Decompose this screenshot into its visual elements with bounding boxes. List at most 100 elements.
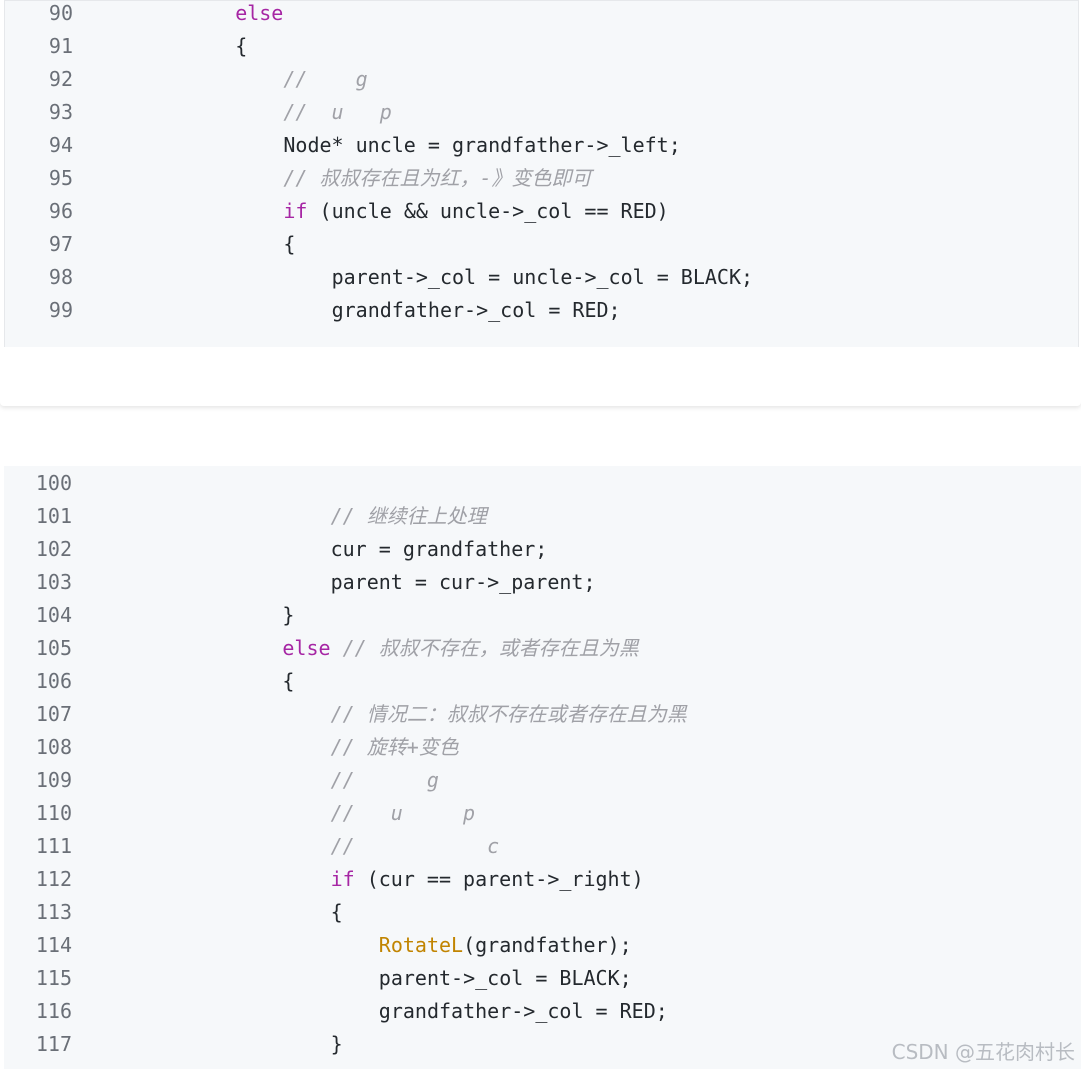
code-block-top: 90 else 91 {92 // g 93 // u p 94 Node* uncle = g… — [4, 0, 1079, 347]
line-number: 108 — [35, 735, 72, 759]
code-token: { — [282, 669, 295, 693]
line-number: 98 — [48, 265, 73, 289]
code-text: // g — [283, 63, 367, 96]
watermark: CSDN @五花肉村长 — [891, 1040, 1075, 1064]
comment-token: // g — [330, 768, 439, 792]
line-number: 102 — [35, 537, 72, 561]
code-line: 106 { — [4, 665, 1081, 698]
code-line: 107 // 情况二：叔叔不存在或者存在且为黑 — [4, 698, 1081, 731]
code-line: 115 parent->_col = BLACK; — [4, 962, 1081, 995]
code-text: parent->_col = BLACK; — [379, 962, 632, 995]
line-number: 104 — [35, 603, 72, 627]
code-line: 97 { — [5, 228, 1078, 261]
code-text: Node* uncle = grandfather->_left; — [283, 129, 680, 162]
line-number: 109 — [35, 768, 72, 792]
code-text: // 继续往上处理 — [331, 500, 487, 533]
keyword-token: if — [330, 867, 355, 891]
code-token: (cur == parent->_right) — [354, 867, 644, 891]
line-number: 90 — [48, 1, 73, 25]
code-line: 101 // 继续往上处理 — [4, 500, 1081, 533]
code-line: 102 cur = grandfather; — [4, 533, 1081, 566]
code-line: 98 parent->_col = uncle->_col = BLACK; — [5, 261, 1078, 294]
comment-token: // 情况二：叔叔不存在或者存在且为黑 — [330, 702, 687, 726]
comment-token: // 旋转+变色 — [330, 735, 459, 759]
code-line: 109 // g — [4, 764, 1081, 797]
code-text: // u p — [331, 797, 476, 830]
line-number: 105 — [35, 636, 72, 660]
line-number: 113 — [35, 900, 72, 924]
keyword-token: if — [283, 199, 308, 223]
code-text: { — [331, 896, 343, 929]
line-number: 91 — [48, 34, 73, 58]
comment-token: // u p — [283, 100, 392, 124]
line-number: 99 — [48, 298, 73, 322]
code-line: 105 else // 叔叔不存在，或者存在且为黑 — [4, 632, 1081, 665]
code-line: 100 — [4, 467, 1081, 500]
code-line: 112 if (cur == parent->_right) — [4, 863, 1081, 896]
comment-token: // c — [330, 834, 500, 858]
line-number: 114 — [35, 933, 72, 957]
page: 90 else 91 {92 // g 93 // u p 94 Node* uncle = g… — [0, 0, 1081, 1069]
code-text: cur = grandfather; — [331, 533, 548, 566]
code-token: parent->_col = BLACK; — [378, 966, 632, 990]
line-number: 110 — [35, 801, 72, 825]
code-line: 91 { — [5, 30, 1078, 63]
function-token: RotateL — [378, 933, 464, 957]
line-number: 100 — [35, 471, 72, 495]
code-line: 95 // 叔叔存在且为红，-》变色即可 — [5, 162, 1078, 195]
code-text: // 叔叔存在且为红，-》变色即可 — [283, 162, 591, 195]
code-text: parent->_col = uncle->_col = BLACK; — [332, 261, 753, 294]
code-token: (grandfather); — [463, 933, 632, 957]
code-text: if (uncle && uncle->_col == RED) — [283, 195, 668, 228]
code-line: 92 // g — [5, 63, 1078, 96]
code-text: // c — [331, 830, 500, 863]
code-block-bottom: 100 101 // 继续往上处理 102 cur = grandfather; 103 p… — [4, 466, 1081, 1069]
code-text: if (cur == parent->_right) — [331, 863, 644, 896]
code-text: parent = cur->_parent; — [331, 566, 596, 599]
code-line: 94 Node* uncle = grandfather->_left; — [5, 129, 1078, 162]
line-number: 103 — [35, 570, 72, 594]
code-line: 99 grandfather->_col = RED; — [5, 294, 1078, 327]
line-number: 106 — [35, 669, 72, 693]
line-number: 101 — [35, 504, 72, 528]
code-line: 113 { — [4, 896, 1081, 929]
code-token: grandfather->_col = RED; — [378, 999, 668, 1023]
code-text: // 情况二：叔叔不存在或者存在且为黑 — [331, 698, 687, 731]
comment-token: // 叔叔存在且为红，-》变色即可 — [283, 166, 592, 190]
code-line: 116 grandfather->_col = RED; — [4, 995, 1081, 1028]
code-text: else // 叔叔不存在，或者存在且为黑 — [282, 632, 638, 665]
code-token: parent->_col = uncle->_col = BLACK; — [331, 265, 754, 289]
code-text: { — [283, 228, 295, 261]
line-number: 96 — [48, 199, 73, 223]
code-line: 108 // 旋转+变色 — [4, 731, 1081, 764]
keyword-token: else — [235, 1, 284, 25]
code-token: (uncle && uncle->_col == RED) — [307, 199, 669, 223]
code-text: grandfather->_col = RED; — [379, 995, 668, 1028]
line-number: 116 — [35, 999, 72, 1023]
code-token: } — [330, 1032, 343, 1056]
code-text: grandfather->_col = RED; — [332, 294, 621, 327]
code-line: 114 RotateL(grandfather); — [4, 929, 1081, 962]
code-text: } — [282, 599, 294, 632]
code-line: 90 else — [5, 0, 1078, 30]
code-text: } — [331, 1028, 343, 1061]
code-token: cur = grandfather; — [330, 537, 548, 561]
comment-token: // u p — [330, 801, 476, 825]
code-text: { — [282, 665, 294, 698]
code-text: RotateL(grandfather); — [379, 929, 632, 962]
code-line: 111 // c — [4, 830, 1081, 863]
code-token: Node* uncle = grandfather->_left; — [283, 133, 681, 157]
code-text: // u p — [283, 96, 391, 129]
code-token: { — [235, 34, 248, 58]
comment-token: // g — [283, 67, 368, 91]
code-text: // g — [331, 764, 439, 797]
code-line: 96 if (uncle && uncle->_col == RED) — [5, 195, 1078, 228]
line-number: 111 — [35, 834, 72, 858]
line-number: 117 — [35, 1032, 72, 1056]
code-text: // 旋转+变色 — [331, 731, 459, 764]
code-text: { — [235, 30, 247, 63]
line-number: 107 — [35, 702, 72, 726]
code-card-top: 90 else 91 {92 // g 93 // u p 94 Node* uncle = g… — [0, 0, 1081, 406]
line-number: 112 — [35, 867, 72, 891]
code-token: grandfather->_col = RED; — [331, 298, 621, 322]
